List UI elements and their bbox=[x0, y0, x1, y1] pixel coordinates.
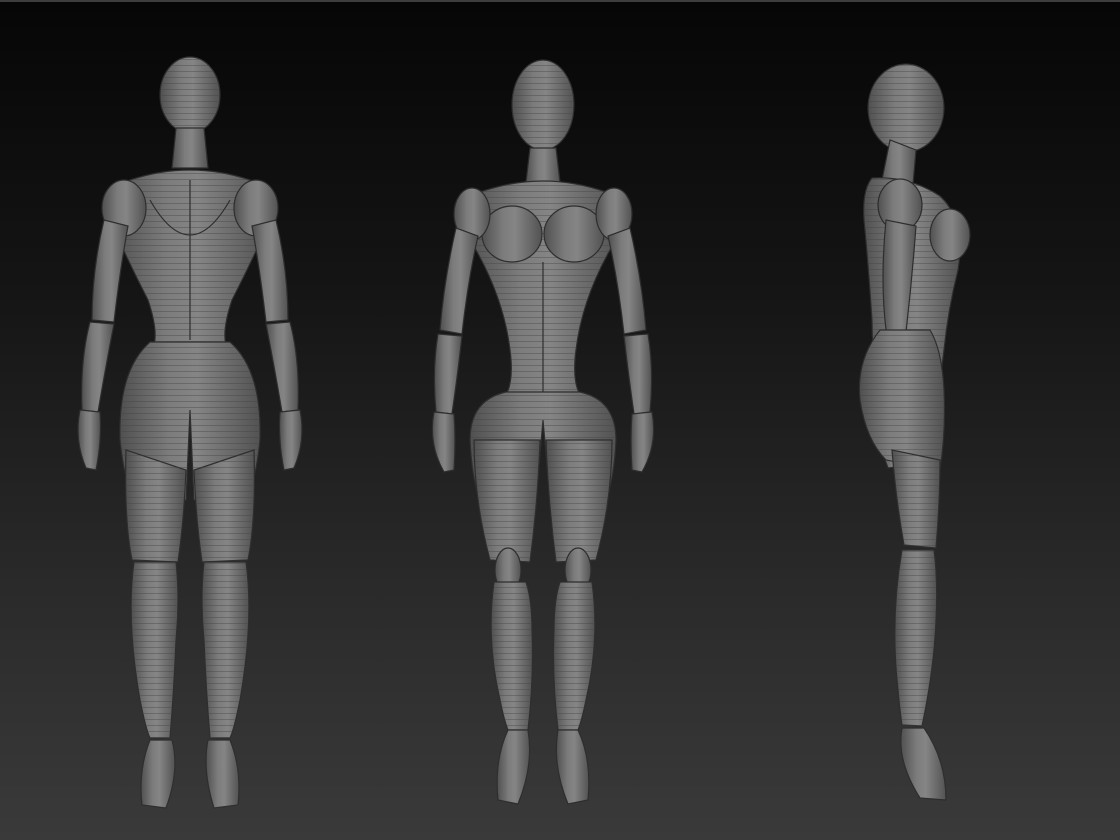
chest-left bbox=[482, 206, 542, 262]
arm-lower-right bbox=[624, 334, 652, 414]
foot-right bbox=[206, 740, 239, 808]
chest-right bbox=[544, 206, 604, 262]
figure-front-view bbox=[432, 60, 653, 804]
neck bbox=[526, 148, 560, 182]
hand-right bbox=[631, 412, 654, 472]
foot-right bbox=[556, 730, 589, 804]
arm-lower-left bbox=[434, 334, 462, 414]
figure-back-view bbox=[78, 57, 302, 808]
neck bbox=[172, 128, 208, 168]
arm-upper-right bbox=[608, 228, 646, 334]
arm-lower-right bbox=[266, 322, 298, 412]
hand-right bbox=[280, 410, 303, 470]
arm-upper-left bbox=[92, 220, 128, 322]
chest bbox=[930, 209, 970, 261]
viewport[interactable] bbox=[0, 0, 1120, 840]
foot-left bbox=[141, 740, 175, 808]
render-scene bbox=[0, 0, 1120, 840]
arm-upper-left bbox=[440, 228, 478, 334]
hand-left bbox=[432, 412, 455, 472]
arm-upper-right bbox=[252, 220, 288, 322]
figure-side-view bbox=[859, 64, 970, 800]
hand-left bbox=[78, 410, 101, 470]
foot bbox=[901, 728, 946, 800]
foot-left bbox=[497, 730, 530, 804]
arm-lower-left bbox=[82, 322, 114, 412]
